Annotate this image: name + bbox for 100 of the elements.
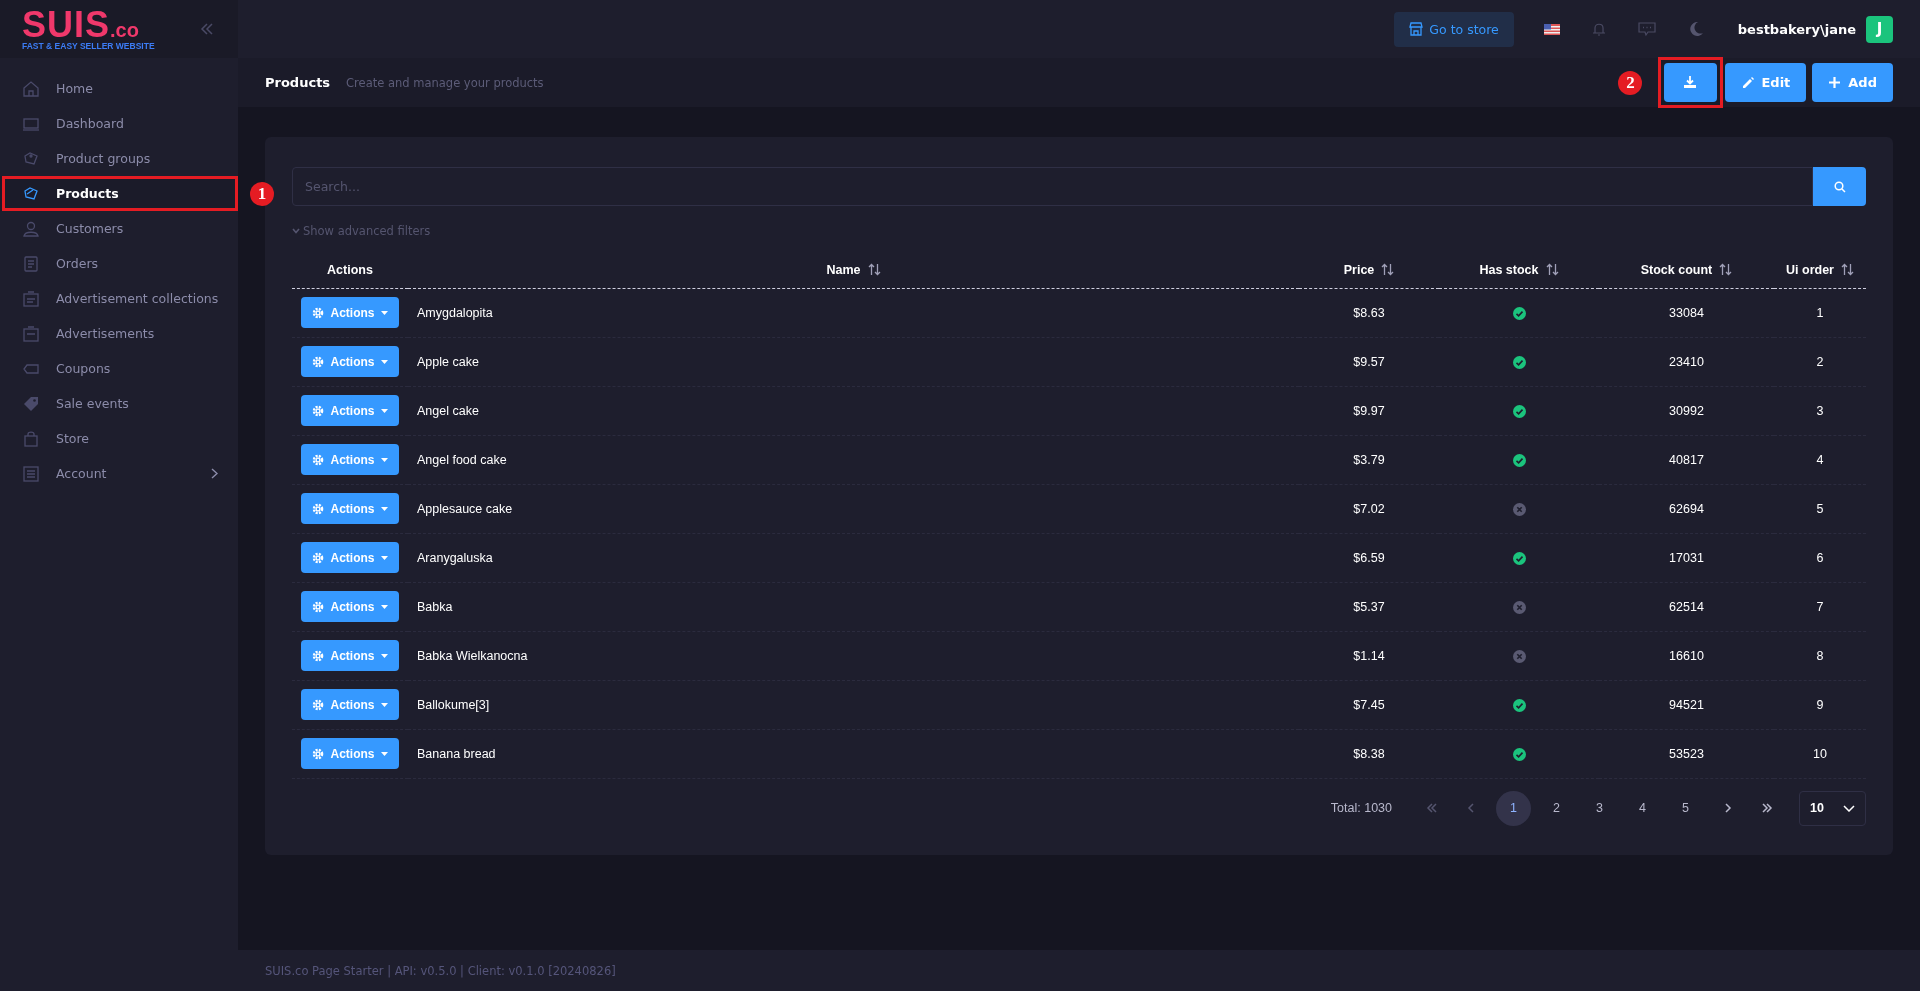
page-button[interactable]: 3 (1582, 790, 1617, 826)
chevron-right-icon (211, 468, 218, 479)
table-cell: 62694 (1669, 501, 1704, 516)
caret-icon (380, 604, 388, 609)
actions-button[interactable]: Actions (301, 297, 399, 328)
table-cell: Amygdalopita (417, 305, 493, 320)
first-page-icon[interactable] (1426, 803, 1438, 813)
caret-icon (380, 359, 388, 364)
actions-button[interactable]: Actions (301, 395, 399, 426)
bell-icon[interactable] (1591, 21, 1606, 37)
table-cell: $3.79 (1353, 452, 1385, 467)
chat-icon[interactable] (1637, 21, 1656, 37)
table-cell: 17031 (1669, 550, 1704, 565)
board-icon (22, 324, 40, 343)
download-button[interactable] (1664, 63, 1718, 102)
sort-icon (1719, 263, 1733, 277)
last-page-icon[interactable] (1761, 803, 1773, 813)
gear-icon (312, 600, 325, 613)
column-header[interactable]: Price (1343, 262, 1395, 277)
caret-icon (380, 457, 388, 462)
table-cell: 94521 (1669, 697, 1704, 712)
caret-icon (380, 408, 388, 413)
actions-button[interactable]: Actions (301, 493, 399, 524)
sidebar-item[interactable]: Dashboard (0, 106, 238, 141)
gear-icon (312, 551, 325, 564)
table-cell: 40817 (1669, 452, 1704, 467)
actions-button[interactable]: Actions (301, 542, 399, 573)
sidebar-item[interactable]: Sale events (0, 386, 238, 421)
edit-button[interactable]: Edit (1725, 63, 1807, 102)
board-icon (22, 289, 40, 308)
table-cell: $8.38 (1353, 746, 1385, 761)
plus-icon (1828, 76, 1842, 89)
actions-button[interactable]: Actions (301, 346, 399, 377)
column-header[interactable]: Name (826, 262, 881, 277)
sidebar-item[interactable]: Customers (0, 211, 238, 246)
page-button[interactable]: 2 (1539, 790, 1574, 826)
table-cell: 6 (1816, 550, 1824, 565)
table-cell: 2 (1816, 354, 1824, 369)
sidebar-item[interactable]: Advertisements (0, 316, 238, 351)
page-button[interactable]: 1 (1496, 790, 1531, 826)
go-to-store-button[interactable]: Go to store (1394, 11, 1514, 47)
page-title: Products (265, 75, 331, 90)
download-icon (1684, 76, 1698, 89)
table-cell: 16610 (1669, 648, 1704, 663)
sidebar-item[interactable]: Account (0, 456, 238, 491)
logo-tagline: FAST & EASY SELLER WEBSITE (22, 41, 155, 51)
page-subtitle: Create and manage your products (346, 75, 544, 90)
table-cell: $6.59 (1353, 550, 1385, 565)
sidebar-item[interactable]: Home (0, 71, 238, 106)
gear-icon (312, 306, 325, 319)
page-button[interactable]: 4 (1625, 790, 1660, 826)
sort-icon (867, 263, 881, 277)
table-cell: 7 (1816, 599, 1824, 614)
person-icon (22, 219, 40, 238)
table-cell: Babka (417, 599, 453, 614)
page-size-select[interactable]: 10 (1799, 790, 1866, 826)
annotation-marker: 1 (250, 182, 274, 206)
gear-icon (312, 649, 325, 662)
table-cell: 33084 (1669, 305, 1704, 320)
column-header[interactable]: Ui order (1786, 262, 1854, 277)
table-cell: Apple cake (417, 354, 479, 369)
moon-icon[interactable] (1687, 21, 1704, 37)
username[interactable]: bestbakery\jane (1737, 21, 1856, 37)
table-cell: $8.63 (1353, 305, 1385, 320)
search-button[interactable] (1813, 167, 1866, 206)
sidebar-item[interactable]: Product groups (0, 141, 238, 176)
sort-icon (1545, 263, 1559, 277)
sort-icon (1381, 263, 1395, 277)
page-button[interactable]: 5 (1668, 790, 1703, 826)
table-cell: Angel cake (417, 403, 479, 418)
flag-icon[interactable] (1543, 23, 1560, 35)
table-cell: 5 (1816, 501, 1824, 516)
sidebar-item[interactable]: Orders (0, 246, 238, 281)
collapse-icon[interactable] (200, 23, 214, 35)
table-cell: Babka Wielkanocna (417, 648, 528, 663)
column-header[interactable]: Stock count (1640, 262, 1733, 277)
table-cell: 8 (1816, 648, 1824, 663)
sidebar-item[interactable]: Products (0, 176, 238, 211)
actions-button[interactable]: Actions (301, 738, 399, 769)
chevron-down-icon (1843, 804, 1855, 812)
sidebar-item[interactable]: Store (0, 421, 238, 456)
sort-icon (1840, 263, 1854, 277)
search-field[interactable]: Search... (292, 167, 1813, 206)
gear-icon (312, 698, 325, 711)
table-cell: Ballokume[3] (417, 697, 490, 712)
bag-icon (22, 429, 40, 448)
table-cell: 62514 (1669, 599, 1704, 614)
table-cell: Angel food cake (417, 452, 507, 467)
actions-button[interactable]: Actions (301, 591, 399, 622)
column-header[interactable]: Has stock (1479, 262, 1559, 277)
gear-icon (312, 355, 325, 368)
actions-button[interactable]: Actions (301, 444, 399, 475)
actions-button[interactable]: Actions (301, 689, 399, 720)
actions-button[interactable]: Actions (301, 640, 399, 671)
sidebar-item[interactable]: Coupons (0, 351, 238, 386)
sidebar-item[interactable]: Advertisement collections (0, 281, 238, 316)
annotation-frame (1658, 57, 1724, 108)
page-size-value: 10 (1810, 801, 1824, 815)
table-cell: $9.97 (1353, 403, 1385, 418)
add-button[interactable]: Add (1812, 63, 1893, 102)
